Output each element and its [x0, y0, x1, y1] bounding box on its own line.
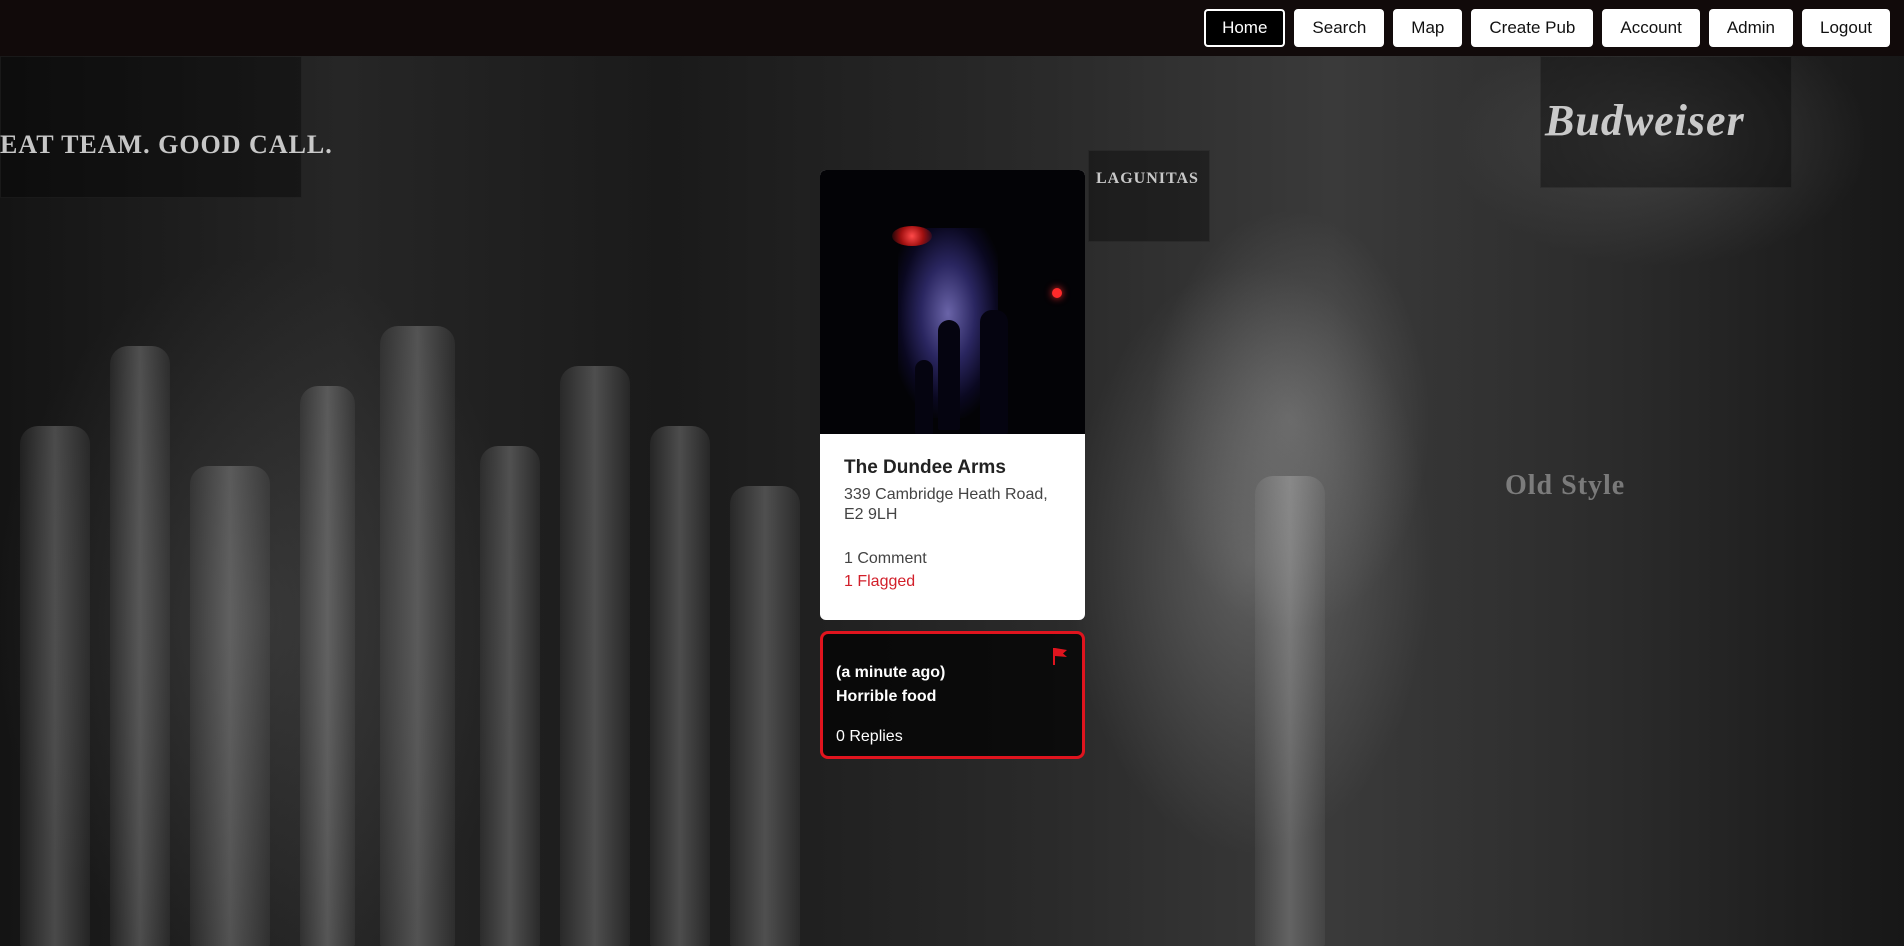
pub-comment-count: 1 Comment [844, 550, 927, 567]
comment-text: Horrible food [836, 688, 937, 705]
pub-photo-lamp [892, 226, 932, 246]
pub-photo-figure [915, 360, 933, 434]
flagged-comment-card[interactable]: (a minute ago) Horrible food 0 Replies [820, 631, 1085, 759]
pub-photo-figure [980, 310, 1008, 434]
pub-photo-figure [938, 320, 960, 430]
background-bottle [1255, 476, 1325, 946]
background-sign-text: Old Style [1505, 470, 1626, 501]
comment-timestamp: (a minute ago) [836, 664, 946, 681]
pub-info: The Dundee Arms 339 Cambridge Heath Road… [844, 457, 1069, 591]
background-bottle [560, 366, 630, 946]
pub-photo [820, 170, 1085, 434]
background-bottle [20, 426, 90, 946]
background-sign-text: EAT TEAM. GOOD CALL. [0, 130, 333, 159]
background-sign-panel [0, 56, 302, 198]
pub-photo-light [1052, 288, 1062, 298]
background-bottle [730, 486, 800, 946]
nav-map-button[interactable]: Map [1393, 9, 1463, 47]
background-bottle [380, 326, 455, 946]
background-bottle [190, 466, 270, 946]
background-bottle [650, 426, 710, 946]
pub-card[interactable]: The Dundee Arms 339 Cambridge Heath Road… [820, 170, 1085, 620]
background-bottle [300, 386, 355, 946]
pub-address: 339 Cambridge Heath Road, E2 9LH [844, 486, 1048, 523]
nav-home-button[interactable]: Home [1204, 9, 1286, 47]
nav-logout-button[interactable]: Logout [1802, 9, 1890, 47]
nav-account-button[interactable]: Account [1602, 9, 1700, 47]
background-bottle [480, 446, 540, 946]
background-bottle [110, 346, 170, 946]
background-sign-text: LAGUNITAS [1096, 170, 1199, 187]
pub-flagged-count: 1 Flagged [844, 573, 916, 590]
flag-icon[interactable] [1052, 647, 1068, 665]
nav-create-pub-button[interactable]: Create Pub [1471, 9, 1594, 47]
nav-admin-button[interactable]: Admin [1708, 9, 1793, 47]
nav-search-button[interactable]: Search [1294, 9, 1385, 47]
page: EAT TEAM. GOOD CALL. Budweiser LAGUNITAS… [0, 0, 1904, 946]
comment-replies-count[interactable]: 0 Replies [836, 728, 903, 746]
navbar: Home Search Map Create Pub Account Admin… [0, 0, 1904, 56]
background-sign-panel [1088, 150, 1210, 242]
nav-list: Home Search Map Create Pub Account Admin… [1204, 9, 1890, 47]
background-sign-text: Budweiser [1545, 96, 1745, 145]
pub-name: The Dundee Arms [844, 457, 1006, 478]
